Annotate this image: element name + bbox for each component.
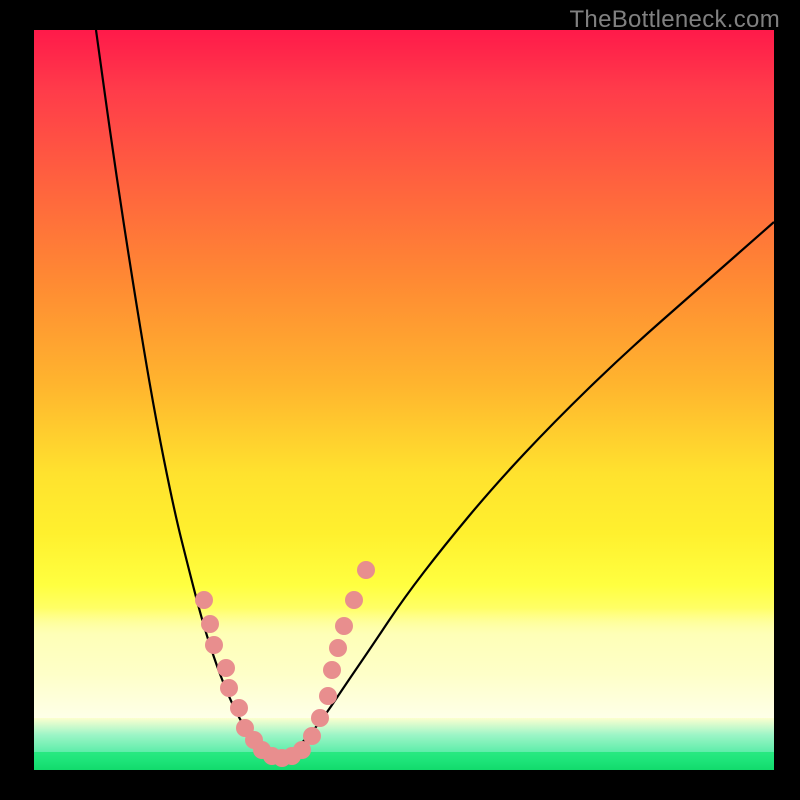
marker-dot	[357, 561, 375, 579]
marker-dot	[319, 687, 337, 705]
plot-area	[34, 30, 774, 770]
marker-dot	[303, 727, 321, 745]
marker-dot	[217, 659, 235, 677]
marker-dot	[230, 699, 248, 717]
right-curve	[276, 222, 774, 758]
marker-dot	[345, 591, 363, 609]
marker-dot	[205, 636, 223, 654]
left-curve	[96, 30, 276, 758]
marker-dot	[201, 615, 219, 633]
chart-frame: TheBottleneck.com	[0, 0, 800, 800]
marker-dot	[195, 591, 213, 609]
marker-dot	[220, 679, 238, 697]
marker-dot	[329, 639, 347, 657]
curve-svg	[34, 30, 774, 770]
marker-dot	[335, 617, 353, 635]
marker-dot	[323, 661, 341, 679]
marker-dot	[311, 709, 329, 727]
marker-dots	[195, 561, 375, 767]
